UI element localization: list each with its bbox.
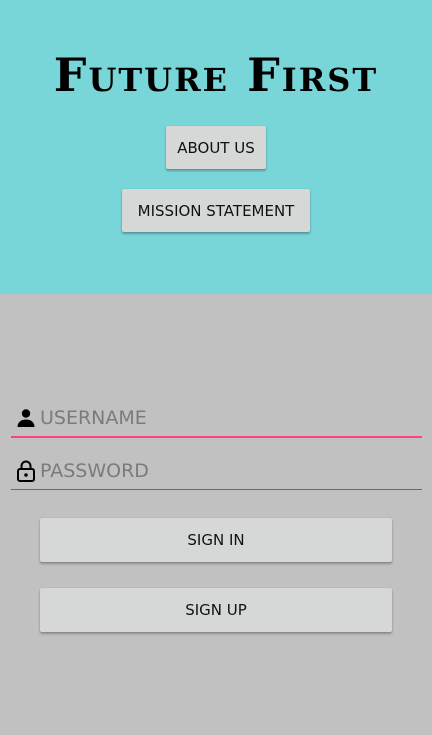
lock-icon [17, 460, 35, 482]
username-field[interactable] [11, 402, 422, 438]
password-field[interactable] [11, 455, 422, 490]
app-title: Future First [53, 48, 379, 102]
about-us-button[interactable]: ABOUT US [166, 126, 266, 169]
sign-up-button[interactable]: SIGN UP [40, 588, 392, 632]
sign-in-button[interactable]: SIGN IN [40, 518, 392, 562]
header-banner: Future First ABOUT US MISSION STATEMENT [0, 0, 432, 294]
password-input[interactable] [40, 455, 420, 487]
username-input[interactable] [40, 402, 420, 434]
login-screen: Future First ABOUT US MISSION STATEMENT … [0, 0, 432, 735]
person-icon [17, 409, 35, 427]
mission-statement-button[interactable]: MISSION STATEMENT [122, 189, 310, 232]
